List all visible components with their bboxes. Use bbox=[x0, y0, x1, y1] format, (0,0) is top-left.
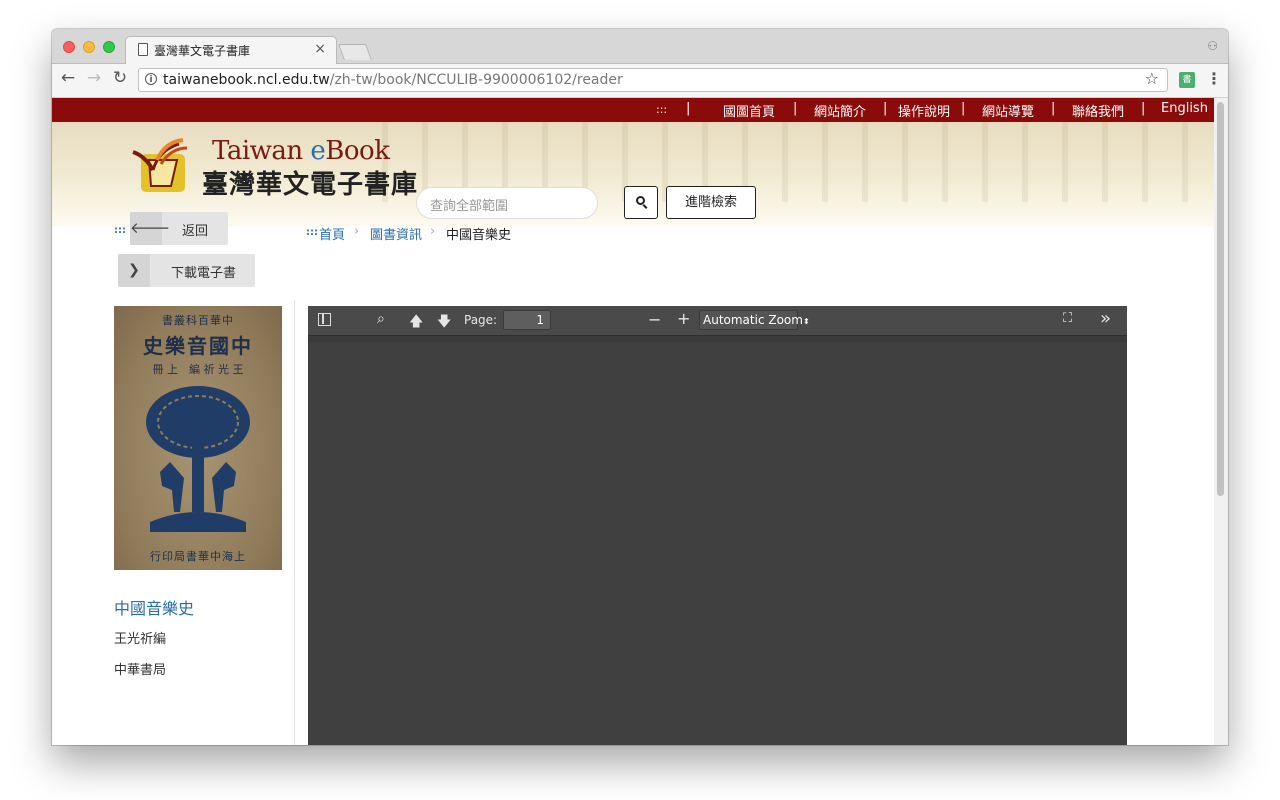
breadcrumb-arrow: › bbox=[430, 224, 436, 239]
find-icon[interactable]: ⌕ bbox=[377, 311, 385, 327]
pdf-toolbar-strip bbox=[308, 336, 1127, 342]
zoom-window-button[interactable] bbox=[103, 41, 115, 53]
address-bar[interactable]: i taiwanebook.ncl.edu.tw/zh-tw/book/NCCU… bbox=[138, 68, 1168, 92]
topnav-separator: | bbox=[1141, 101, 1146, 116]
breadcrumb-current: 中國音樂史 bbox=[446, 228, 512, 243]
page-number-input[interactable]: 1 bbox=[503, 310, 551, 330]
actions-colons: ::: bbox=[114, 225, 126, 236]
logo-book-icon bbox=[132, 138, 188, 192]
breadcrumb-home[interactable]: 首頁 bbox=[319, 224, 345, 243]
tools-menu-icon[interactable]: » bbox=[1100, 308, 1111, 329]
forward-arrow-icon[interactable]: → bbox=[83, 68, 105, 88]
back-button[interactable]: 🡐 返回 bbox=[130, 212, 228, 245]
topnav-separator: | bbox=[883, 101, 888, 116]
page-scrollbar[interactable] bbox=[1214, 98, 1228, 745]
book-title: 中國音樂史 bbox=[114, 599, 195, 618]
info-icon[interactable]: i bbox=[145, 73, 157, 85]
zoom-out-icon[interactable]: − bbox=[648, 310, 661, 329]
scrollbar-thumb[interactable] bbox=[1217, 102, 1224, 496]
topnav-item-sitemap[interactable]: 網站導覽 bbox=[982, 101, 1034, 120]
logo-chinese[interactable]: 臺灣華文電子書庫 bbox=[202, 164, 418, 201]
logo-english[interactable]: Taiwan eBook bbox=[212, 136, 390, 166]
cover-volume: 冊 上 編 祈 光 王 bbox=[152, 363, 244, 376]
topnav-separator: | bbox=[1051, 101, 1056, 116]
url-text: taiwanebook.ncl.edu.tw/zh-tw/book/NCCULI… bbox=[163, 72, 623, 88]
cover-series: 書叢科百華中 bbox=[162, 314, 234, 327]
arrow-left-icon: 🡐 bbox=[130, 212, 170, 245]
search-placeholder: 查詢全部範圍 bbox=[430, 199, 509, 214]
download-ebook-button[interactable]: ❯ 下載電子書 bbox=[118, 254, 255, 287]
advanced-search-button[interactable]: 進階檢索 bbox=[666, 186, 756, 219]
browser-toolbar: ← → ↻ i taiwanebook.ncl.edu.tw/zh-tw/boo… bbox=[52, 64, 1228, 98]
browser-window: 臺灣華文電子書庫 × ⚇ ← → ↻ i taiwanebook.ncl.edu… bbox=[52, 29, 1228, 745]
close-window-button[interactable] bbox=[63, 41, 75, 53]
back-arrow-icon[interactable]: ← bbox=[57, 68, 79, 88]
search-input[interactable]: 查詢全部範圍 bbox=[416, 187, 598, 219]
new-tab-button[interactable] bbox=[338, 44, 372, 60]
next-page-icon[interactable]: 🡇 bbox=[437, 311, 451, 335]
zoom-in-icon[interactable]: + bbox=[677, 309, 690, 328]
incognito-icon: ⚇ bbox=[1207, 39, 1218, 53]
chevron-right-icon: ❯ bbox=[118, 254, 150, 287]
page-label: Page: bbox=[464, 313, 498, 327]
book-cover-image: 書叢科百華中 史樂音國中 冊 上 編 祈 光 王 行印局書華中海上 bbox=[114, 306, 282, 570]
topnav-item-about[interactable]: 網站簡介 bbox=[814, 101, 866, 120]
fullscreen-icon[interactable]: ⛶ bbox=[1063, 311, 1072, 326]
breadcrumb-book-info[interactable]: 圖書資訊 bbox=[370, 224, 422, 243]
zoom-select[interactable]: Automatic Zoom⬍ bbox=[699, 310, 810, 330]
topnav-colons: ::: bbox=[656, 103, 668, 116]
topnav-separator: | bbox=[793, 101, 798, 116]
search-button[interactable] bbox=[624, 186, 658, 219]
cover-title: 史樂音國中 bbox=[143, 334, 253, 358]
book-author: 王光祈編 bbox=[114, 632, 167, 647]
extension-icon[interactable]: 書 bbox=[1179, 72, 1195, 88]
toggle-sidebar-icon[interactable] bbox=[318, 313, 331, 326]
cover-tree-illustration bbox=[146, 386, 250, 532]
tab-close-icon[interactable]: × bbox=[314, 41, 326, 57]
topnav-separator: | bbox=[686, 101, 691, 116]
book-publisher: 中華書局 bbox=[114, 663, 167, 678]
breadcrumb-arrow: › bbox=[354, 224, 360, 239]
bookmark-star-icon[interactable]: ☆ bbox=[1145, 69, 1159, 88]
breadcrumb-colons: ::: bbox=[306, 227, 318, 238]
kebab-menu-icon[interactable]: ⋮ bbox=[1206, 69, 1222, 88]
cover-imprint: 行印局書華中海上 bbox=[150, 550, 246, 563]
previous-page-icon[interactable]: 🡅 bbox=[409, 311, 423, 335]
browser-tab[interactable]: 臺灣華文電子書庫 × bbox=[125, 36, 337, 64]
back-label: 返回 bbox=[182, 224, 209, 239]
document-icon bbox=[138, 43, 148, 56]
download-label: 下載電子書 bbox=[171, 266, 237, 281]
topnav-item-contact[interactable]: 聯絡我們 bbox=[1072, 101, 1124, 120]
column-divider bbox=[294, 300, 295, 745]
pdf-toolbar: ⌕ 🡅 🡇 Page: 1 − + Automatic Zoom⬍ ⛶ » bbox=[308, 306, 1127, 336]
topnav-item-guide[interactable]: 操作說明 bbox=[898, 101, 950, 120]
topnav-item-english[interactable]: English bbox=[1161, 101, 1208, 116]
topnav-separator: | bbox=[961, 101, 966, 116]
page-content: ::: | 國圖首頁 | 網站簡介 | 操作說明 | 網站導覽 | 聯絡我們 |… bbox=[52, 98, 1228, 745]
pdf-viewer[interactable]: ⌕ 🡅 🡇 Page: 1 − + Automatic Zoom⬍ ⛶ » bbox=[308, 306, 1127, 745]
tab-title: 臺灣華文電子書庫 bbox=[154, 44, 251, 58]
topnav-item-ncl-home[interactable]: 國圖首頁 bbox=[723, 101, 775, 120]
minimize-window-button[interactable] bbox=[83, 41, 95, 53]
top-navigation: ::: | 國圖首頁 | 網站簡介 | 操作說明 | 網站導覽 | 聯絡我們 |… bbox=[52, 98, 1214, 122]
reload-icon[interactable]: ↻ bbox=[109, 68, 131, 88]
tab-bar: 臺灣華文電子書庫 × ⚇ bbox=[52, 29, 1228, 64]
